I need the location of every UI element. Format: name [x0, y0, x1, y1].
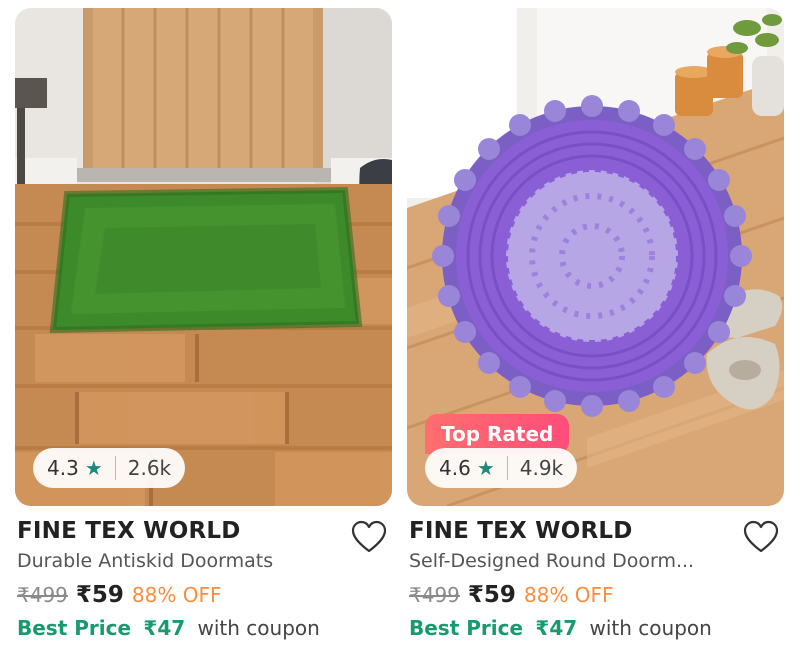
best-price-label: Best Price	[409, 616, 524, 640]
rating-pill: 4.3 ★ 2.6k	[33, 448, 186, 488]
best-price-value: ₹47	[143, 616, 186, 640]
wishlist-heart-icon[interactable]	[351, 520, 387, 554]
product-image[interactable]: Top Rated 4.6 ★ 4.9k	[407, 8, 784, 506]
product-card[interactable]: 4.3 ★ 2.6k FINE TEX WORLD Durable Antisk…	[15, 0, 393, 666]
wishlist-heart-icon[interactable]	[743, 520, 779, 554]
star-icon: ★	[476, 456, 495, 480]
best-price-suffix: with coupon	[589, 616, 712, 640]
rating-divider	[114, 456, 116, 480]
product-card[interactable]: Top Rated 4.6 ★ 4.9k FINE TEX WORLD Self…	[407, 0, 785, 666]
product-image[interactable]: 4.3 ★ 2.6k	[15, 8, 392, 506]
discount-percent: 88% OFF	[131, 583, 222, 607]
selling-price: ₹59	[75, 582, 124, 608]
price-row: ₹499 ₹59 88% OFF	[17, 582, 221, 608]
product-title[interactable]: Self-Designed Round Doorm...	[409, 550, 739, 572]
best-price-row: Best Price ₹47 with coupon	[409, 616, 712, 640]
rating-count: 2.6k	[127, 456, 172, 480]
price-row: ₹499 ₹59 88% OFF	[409, 582, 613, 608]
product-grid: 4.3 ★ 2.6k FINE TEX WORLD Durable Antisk…	[0, 0, 800, 666]
mrp-price: ₹499	[409, 583, 460, 607]
rating-value: 4.6	[439, 456, 471, 480]
star-icon: ★	[84, 456, 103, 480]
mrp-price: ₹499	[17, 583, 68, 607]
rating-count: 4.9k	[519, 456, 564, 480]
best-price-value: ₹47	[535, 616, 578, 640]
discount-percent: 88% OFF	[523, 583, 614, 607]
rating-divider	[506, 456, 508, 480]
selling-price: ₹59	[467, 582, 516, 608]
grass-doormat-photo	[15, 8, 392, 506]
rating-value: 4.3	[47, 456, 79, 480]
product-title[interactable]: Durable Antiskid Doormats	[17, 550, 347, 572]
best-price-label: Best Price	[17, 616, 132, 640]
best-price-suffix: with coupon	[197, 616, 320, 640]
brand-name: FINE TEX WORLD	[409, 518, 633, 544]
rating-pill: 4.6 ★ 4.9k	[425, 448, 578, 488]
best-price-row: Best Price ₹47 with coupon	[17, 616, 320, 640]
brand-name: FINE TEX WORLD	[17, 518, 241, 544]
